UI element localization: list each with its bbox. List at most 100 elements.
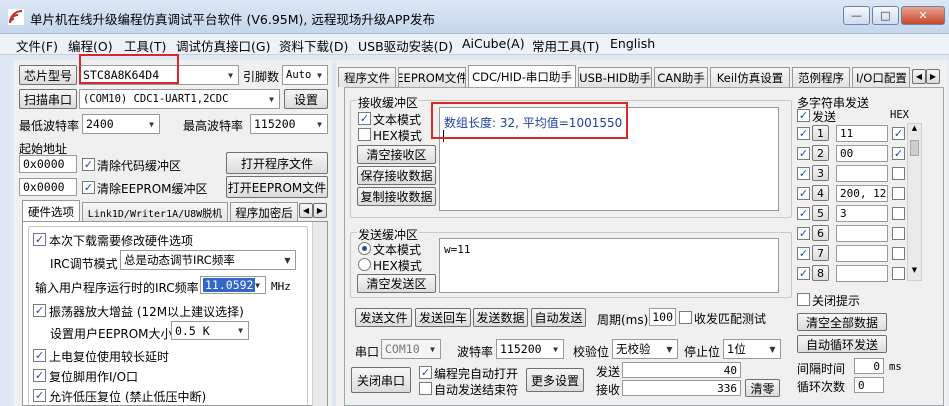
clear-receive-button[interactable]: 清空接收区 bbox=[357, 145, 436, 164]
parity-select[interactable]: 无校验 ▼ bbox=[612, 339, 678, 359]
send-text-mode-radio[interactable] bbox=[358, 242, 371, 255]
menu-program[interactable]: 编程(O) bbox=[68, 36, 113, 55]
port-settings-button[interactable]: 设置 bbox=[284, 89, 328, 109]
period-input[interactable]: 100 bbox=[649, 308, 676, 326]
multi-row-text-input[interactable]: 11 bbox=[836, 125, 888, 142]
tab-io-config[interactable]: I/O口配置 bbox=[852, 67, 910, 87]
multi-row-text-input[interactable] bbox=[836, 265, 888, 282]
tab-scroll-right-icon[interactable]: ▶ bbox=[926, 69, 940, 84]
multi-row-text-input[interactable]: 3 bbox=[836, 205, 888, 222]
multi-row-text-input[interactable]: 00 bbox=[836, 145, 888, 162]
clear-count-button[interactable]: 清零 bbox=[745, 379, 780, 397]
tab-examples[interactable]: 范例程序 bbox=[792, 67, 850, 87]
scroll-down-icon[interactable]: ▼ bbox=[908, 266, 921, 280]
close-hint-checkbox[interactable] bbox=[797, 293, 810, 306]
tab-link1d-offline[interactable]: Link1D/Writer1A/U8W脱机 bbox=[82, 202, 228, 222]
tab-encryption[interactable]: 程序加密后 bbox=[230, 202, 298, 222]
multi-row-hex-checkbox[interactable] bbox=[892, 207, 905, 220]
menu-tools[interactable]: 工具(T) bbox=[124, 36, 166, 55]
tab-scroll-left-icon[interactable]: ◀ bbox=[912, 69, 926, 84]
tab-scroll-left-icon[interactable]: ◀ bbox=[299, 203, 313, 218]
multi-row-send-checkbox[interactable]: ✓ bbox=[797, 267, 810, 280]
multi-row-send-checkbox[interactable]: ✓ bbox=[797, 167, 810, 180]
copy-receive-button[interactable]: 复制接收数据 bbox=[357, 187, 436, 206]
tab-eeprom-file[interactable]: EEPROM文件 bbox=[398, 67, 466, 87]
osc-gain-checkbox[interactable]: ✓ bbox=[33, 304, 46, 317]
multi-row-send-button[interactable]: 4 bbox=[812, 185, 829, 201]
close-port-button[interactable]: 关闭串口 bbox=[351, 367, 411, 393]
auto-loop-send-button[interactable]: 自动循环发送 bbox=[797, 335, 887, 353]
min-baud-select[interactable]: 2400 ▼ bbox=[82, 114, 160, 134]
recv-text-mode-checkbox[interactable]: ✓ bbox=[358, 112, 371, 125]
menu-downloads[interactable]: 资料下载(D) bbox=[279, 36, 348, 55]
clear-code-buffer-checkbox[interactable]: ✓ bbox=[82, 158, 95, 171]
menu-debug-interface[interactable]: 调试仿真接口(G) bbox=[176, 36, 270, 55]
recv-hex-mode-checkbox[interactable] bbox=[358, 128, 371, 141]
tab-scroll-right-icon[interactable]: ▶ bbox=[313, 203, 327, 218]
multi-row-send-checkbox[interactable]: ✓ bbox=[797, 207, 810, 220]
clear-all-data-button[interactable]: 清空全部数据 bbox=[797, 313, 887, 331]
send-hex-mode-radio[interactable] bbox=[358, 258, 371, 271]
auto-send-button[interactable]: 自动发送 bbox=[531, 308, 586, 327]
more-settings-button[interactable]: 更多设置 bbox=[526, 368, 584, 392]
multi-row-text-input[interactable]: 200, 120, bbox=[836, 185, 888, 202]
tab-can[interactable]: CAN助手 bbox=[654, 67, 708, 87]
interval-input[interactable]: 0 bbox=[854, 358, 884, 374]
menu-usb-driver[interactable]: USB驱动安装(D) bbox=[358, 36, 453, 55]
low-voltage-reset-checkbox[interactable]: ✓ bbox=[33, 389, 46, 402]
options-scrollbar[interactable] bbox=[312, 222, 327, 406]
multi-string-scrollbar[interactable]: ▲ ▼ bbox=[907, 123, 922, 281]
multi-row-send-checkbox[interactable]: ✓ bbox=[797, 127, 810, 140]
save-receive-button[interactable]: 保存接收数据 bbox=[357, 166, 436, 185]
multi-row-hex-checkbox[interactable] bbox=[892, 167, 905, 180]
eeprom-start-address-input[interactable]: 0x0000 bbox=[19, 178, 77, 196]
chip-model-button[interactable]: 芯片型号 bbox=[19, 65, 77, 85]
multi-row-send-button[interactable]: 5 bbox=[812, 205, 829, 221]
multi-row-send-button[interactable]: 2 bbox=[812, 145, 829, 161]
send-return-button[interactable]: 发送回车 bbox=[415, 308, 471, 327]
multi-row-hex-checkbox[interactable]: ✓ bbox=[892, 127, 905, 140]
clear-send-button[interactable]: 清空发送区 bbox=[357, 274, 436, 293]
multi-row-send-button[interactable]: 1 bbox=[812, 125, 829, 141]
open-eeprom-file-button[interactable]: 打开EEPROM文件 bbox=[226, 176, 328, 198]
send-file-button[interactable]: 发送文件 bbox=[355, 308, 412, 327]
multi-row-send-checkbox[interactable]: ✓ bbox=[797, 147, 810, 160]
multi-row-send-checkbox[interactable]: ✓ bbox=[797, 187, 810, 200]
menu-file[interactable]: 文件(F) bbox=[16, 36, 58, 55]
multi-row-send-checkbox[interactable]: ✓ bbox=[797, 227, 810, 240]
multi-row-text-input[interactable] bbox=[836, 245, 888, 262]
tab-usb-hid[interactable]: USB-HID助手 bbox=[578, 67, 652, 87]
multi-row-send-button[interactable]: 8 bbox=[812, 265, 829, 281]
clear-eeprom-buffer-checkbox[interactable]: ✓ bbox=[82, 181, 95, 194]
match-test-checkbox[interactable] bbox=[679, 311, 692, 324]
multi-row-hex-checkbox[interactable] bbox=[892, 187, 905, 200]
tab-cdc-hid-serial[interactable]: CDC/HID-串口助手 bbox=[468, 65, 576, 87]
loop-count-input[interactable]: 0 bbox=[854, 377, 884, 393]
multi-row-text-input[interactable] bbox=[836, 225, 888, 242]
irc-frequency-select[interactable]: 11.0592 ▼ bbox=[200, 276, 266, 294]
scan-port-button[interactable]: 扫描串口 bbox=[19, 89, 77, 109]
tab-program-file[interactable]: 程序文件 bbox=[338, 67, 396, 87]
port-select[interactable]: (COM10) CDC1-UART1,2CDC ▼ bbox=[79, 89, 280, 109]
max-baud-select[interactable]: 115200 ▼ bbox=[250, 114, 328, 134]
menu-common-tools[interactable]: 常用工具(T) bbox=[532, 36, 599, 55]
scroll-up-icon[interactable]: ▲ bbox=[908, 124, 921, 138]
close-button[interactable]: ✕ bbox=[901, 6, 945, 25]
modify-options-checkbox[interactable]: ✓ bbox=[33, 233, 46, 246]
serial-port-select[interactable]: COM10 ▼ bbox=[381, 339, 441, 359]
baud-rate-select[interactable]: 115200 ▼ bbox=[496, 339, 564, 359]
multi-row-send-checkbox[interactable]: ✓ bbox=[797, 247, 810, 260]
scroll-thumb[interactable] bbox=[910, 140, 919, 156]
pin-count-select[interactable]: Auto ▼ bbox=[282, 65, 328, 85]
eeprom-size-select[interactable]: 0.5 K ▼ bbox=[171, 321, 249, 340]
send-data-button[interactable]: 发送数据 bbox=[473, 308, 528, 327]
multi-row-send-button[interactable]: 3 bbox=[812, 165, 829, 181]
open-program-file-button[interactable]: 打开程序文件 bbox=[226, 152, 328, 174]
code-start-address-input[interactable]: 0x0000 bbox=[19, 155, 77, 173]
multi-row-text-input[interactable] bbox=[836, 165, 888, 182]
multi-row-send-button[interactable]: 6 bbox=[812, 225, 829, 241]
reset-pin-io-checkbox[interactable]: ✓ bbox=[33, 369, 46, 382]
stop-bits-select[interactable]: 1位 ▼ bbox=[723, 339, 781, 359]
maximize-button[interactable]: □ bbox=[872, 6, 899, 25]
auto-open-checkbox[interactable]: ✓ bbox=[419, 366, 432, 379]
